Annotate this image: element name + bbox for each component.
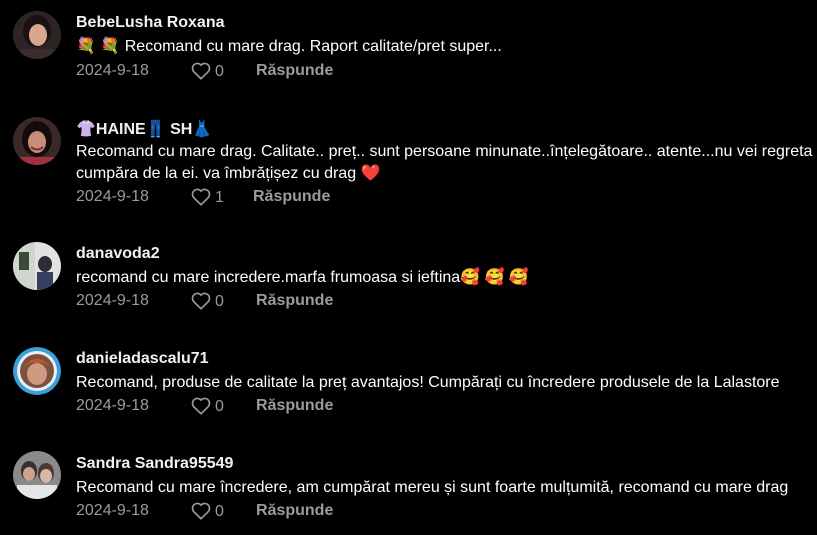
- like-button[interactable]: 0: [191, 502, 224, 520]
- heart-icon: [191, 62, 211, 80]
- reply-button[interactable]: Răspunde: [256, 502, 333, 520]
- avatar[interactable]: [13, 11, 61, 59]
- comment-username[interactable]: danieladascalu71: [76, 350, 209, 368]
- comment-username[interactable]: danavoda2: [76, 245, 160, 263]
- comment-text: Recomand cu mare drag. Calitate.. preț..…: [76, 143, 817, 160]
- like-count: 0: [215, 293, 224, 310]
- comment-date: 2024-9-18: [76, 397, 149, 414]
- heart-icon: [191, 292, 211, 310]
- comment-date: 2024-9-18: [76, 502, 149, 519]
- avatar[interactable]: [13, 117, 61, 165]
- like-count: 0: [215, 63, 224, 80]
- heart-icon: [191, 397, 211, 415]
- heart-icon: [191, 502, 211, 520]
- like-button[interactable]: 1: [191, 188, 224, 206]
- comment-username[interactable]: 👚HAINE👖 SH👗: [76, 119, 212, 139]
- like-button[interactable]: 0: [191, 62, 224, 80]
- comment-username[interactable]: Sandra Sandra95549: [76, 455, 233, 473]
- avatar[interactable]: [13, 347, 61, 395]
- avatar[interactable]: [13, 242, 61, 290]
- like-button[interactable]: 0: [191, 397, 224, 415]
- comment-text: Recomand cu mare încredere, am cumpărat …: [76, 479, 789, 496]
- reply-button[interactable]: Răspunde: [256, 292, 333, 310]
- reply-button[interactable]: Răspunde: [256, 397, 333, 415]
- heart-icon: [191, 188, 211, 206]
- comment-username[interactable]: BebeLusha Roxana: [76, 14, 224, 32]
- comment-text-line-2: cumpăra de la ei. va îmbrățișez cu drag …: [76, 165, 381, 182]
- like-button[interactable]: 0: [191, 292, 224, 310]
- reply-button[interactable]: Răspunde: [253, 188, 330, 206]
- comment-text: 💐 💐 Recomand cu mare drag. Raport calita…: [76, 38, 502, 55]
- comment-date: 2024-9-18: [76, 62, 149, 79]
- like-count: 0: [215, 398, 224, 415]
- comment-date: 2024-9-18: [76, 292, 149, 309]
- like-count: 1: [215, 189, 224, 206]
- comment-text: recomand cu mare incredere.marfa frumoas…: [76, 269, 529, 286]
- avatar[interactable]: [13, 451, 61, 499]
- comment-date: 2024-9-18: [76, 188, 149, 205]
- reply-button[interactable]: Răspunde: [256, 62, 333, 80]
- like-count: 0: [215, 503, 224, 520]
- comment-text: Recomand, produse de calitate la preț av…: [76, 374, 780, 391]
